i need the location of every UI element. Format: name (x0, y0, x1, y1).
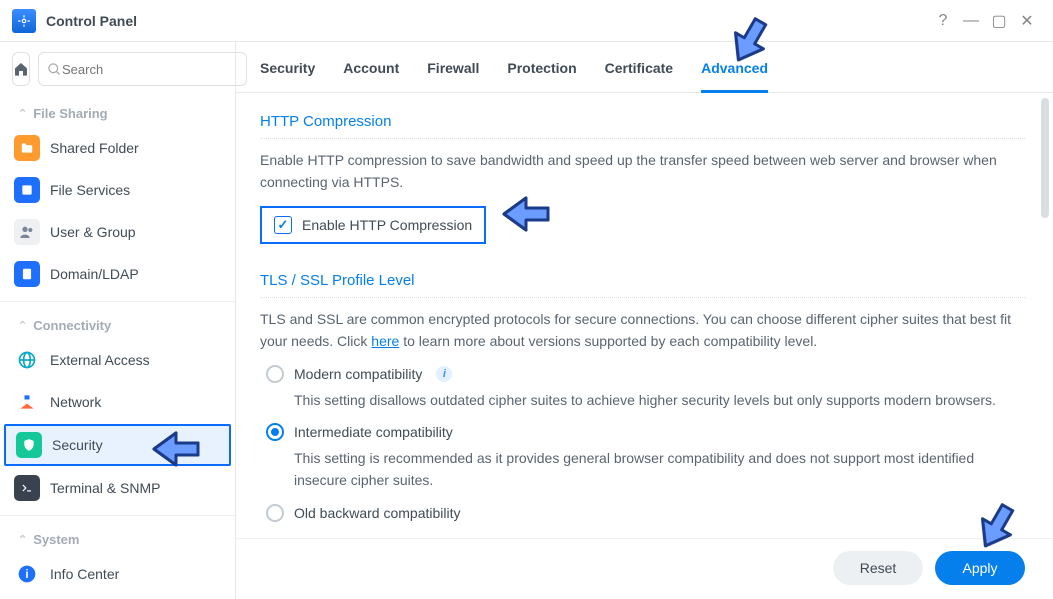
sidebar-group-label: Connectivity (33, 318, 111, 333)
tab-certificate[interactable]: Certificate (605, 60, 673, 92)
network-icon (14, 389, 40, 415)
sidebar-item-info-center[interactable]: i Info Center (0, 553, 235, 595)
radio-intermediate-compatibility[interactable]: Intermediate compatibility (266, 423, 1025, 441)
sidebar-item-external-access[interactable]: External Access (0, 339, 235, 381)
search-field[interactable] (38, 52, 247, 86)
checkbox-icon: ✓ (274, 216, 292, 234)
info-icon: i (14, 561, 40, 587)
window-title: Control Panel (46, 13, 137, 29)
chevron-up-icon: ⌃ (18, 107, 27, 120)
sidebar-item-label: Domain/LDAP (50, 266, 139, 282)
sidebar-item-terminal-snmp[interactable]: Terminal & SNMP (0, 467, 235, 509)
checkbox-label: Enable HTTP Compression (302, 217, 472, 233)
tab-protection[interactable]: Protection (507, 60, 576, 92)
sidebar-item-label: Network (50, 394, 101, 410)
sidebar-item-label: External Access (50, 352, 150, 368)
close-button[interactable]: ✕ (1013, 11, 1041, 31)
http-compression-description: Enable HTTP compression to save bandwidt… (260, 149, 1025, 194)
home-button[interactable] (12, 52, 30, 86)
shield-icon (16, 432, 42, 458)
sidebar: ⌃ File Sharing Shared Folder File Servic… (0, 42, 236, 599)
sidebar-group-connectivity[interactable]: ⌃ Connectivity (0, 308, 235, 339)
radio-intermediate-description: This setting is recommended as it provid… (294, 447, 1025, 492)
sidebar-item-label: Terminal & SNMP (50, 480, 160, 496)
sidebar-group-system[interactable]: ⌃ System (0, 522, 235, 553)
minimize-button[interactable]: — (957, 12, 985, 30)
radio-icon (266, 504, 284, 522)
users-icon (14, 219, 40, 245)
folder-icon (14, 135, 40, 161)
apply-button[interactable]: Apply (935, 551, 1025, 585)
tab-advanced[interactable]: Advanced (701, 60, 768, 93)
title-bar: Control Panel ? — ▢ ✕ (0, 0, 1053, 42)
terminal-icon (14, 475, 40, 501)
tab-bar: Security Account Firewall Protection Cer… (236, 42, 1053, 93)
section-title-tls: TLS / SSL Profile Level (260, 266, 1025, 298)
radio-icon (266, 423, 284, 441)
sidebar-group-label: File Sharing (33, 106, 107, 121)
section-title-http-compression: HTTP Compression (260, 107, 1025, 139)
radio-modern-description: This setting disallows outdated cipher s… (294, 389, 1025, 411)
sidebar-item-label: Info Center (50, 566, 119, 582)
content-area: Security Account Firewall Protection Cer… (236, 42, 1053, 599)
globe-icon (14, 347, 40, 373)
file-services-icon (14, 177, 40, 203)
sidebar-item-label: File Services (50, 182, 130, 198)
sidebar-item-shared-folder[interactable]: Shared Folder (0, 127, 235, 169)
tab-security[interactable]: Security (260, 60, 315, 92)
sidebar-item-label: Shared Folder (50, 140, 139, 156)
sidebar-item-label: User & Group (50, 224, 136, 240)
tab-firewall[interactable]: Firewall (427, 60, 479, 92)
radio-icon (266, 365, 284, 383)
reset-button[interactable]: Reset (833, 551, 923, 585)
radio-label: Intermediate compatibility (294, 424, 453, 440)
maximize-button[interactable]: ▢ (985, 11, 1013, 31)
radio-label: Modern compatibility (294, 366, 422, 382)
search-icon (47, 62, 62, 77)
search-input[interactable] (62, 62, 238, 77)
footer-bar: Reset Apply (236, 538, 1053, 599)
chevron-up-icon: ⌃ (18, 533, 27, 546)
domain-icon (14, 261, 40, 287)
sidebar-group-label: System (33, 532, 79, 547)
scrollbar-track[interactable] (1041, 98, 1049, 523)
sidebar-item-security[interactable]: Security (4, 424, 231, 466)
sidebar-group-file-sharing[interactable]: ⌃ File Sharing (0, 96, 235, 127)
sidebar-item-domain-ldap[interactable]: Domain/LDAP (0, 253, 235, 295)
tls-learn-more-link[interactable]: here (371, 333, 399, 349)
sidebar-item-label: Security (52, 437, 103, 453)
help-button[interactable]: ? (929, 12, 957, 30)
svg-text:i: i (25, 568, 28, 581)
tab-account[interactable]: Account (343, 60, 399, 92)
sidebar-item-network[interactable]: Network (0, 381, 235, 423)
info-icon[interactable]: i (436, 366, 452, 382)
radio-old-compatibility[interactable]: Old backward compatibility (266, 504, 1025, 522)
scrollbar-thumb[interactable] (1041, 98, 1049, 218)
radio-label: Old backward compatibility (294, 505, 461, 521)
tls-description: TLS and SSL are common encrypted protoco… (260, 308, 1025, 353)
radio-modern-compatibility[interactable]: Modern compatibility i (266, 365, 1025, 383)
enable-http-compression-checkbox[interactable]: ✓ Enable HTTP Compression (260, 206, 486, 244)
chevron-up-icon: ⌃ (18, 319, 27, 332)
sidebar-item-user-group[interactable]: User & Group (0, 211, 235, 253)
app-icon (12, 9, 36, 33)
settings-scroll-area[interactable]: HTTP Compression Enable HTTP compression… (236, 93, 1053, 599)
sidebar-item-file-services[interactable]: File Services (0, 169, 235, 211)
